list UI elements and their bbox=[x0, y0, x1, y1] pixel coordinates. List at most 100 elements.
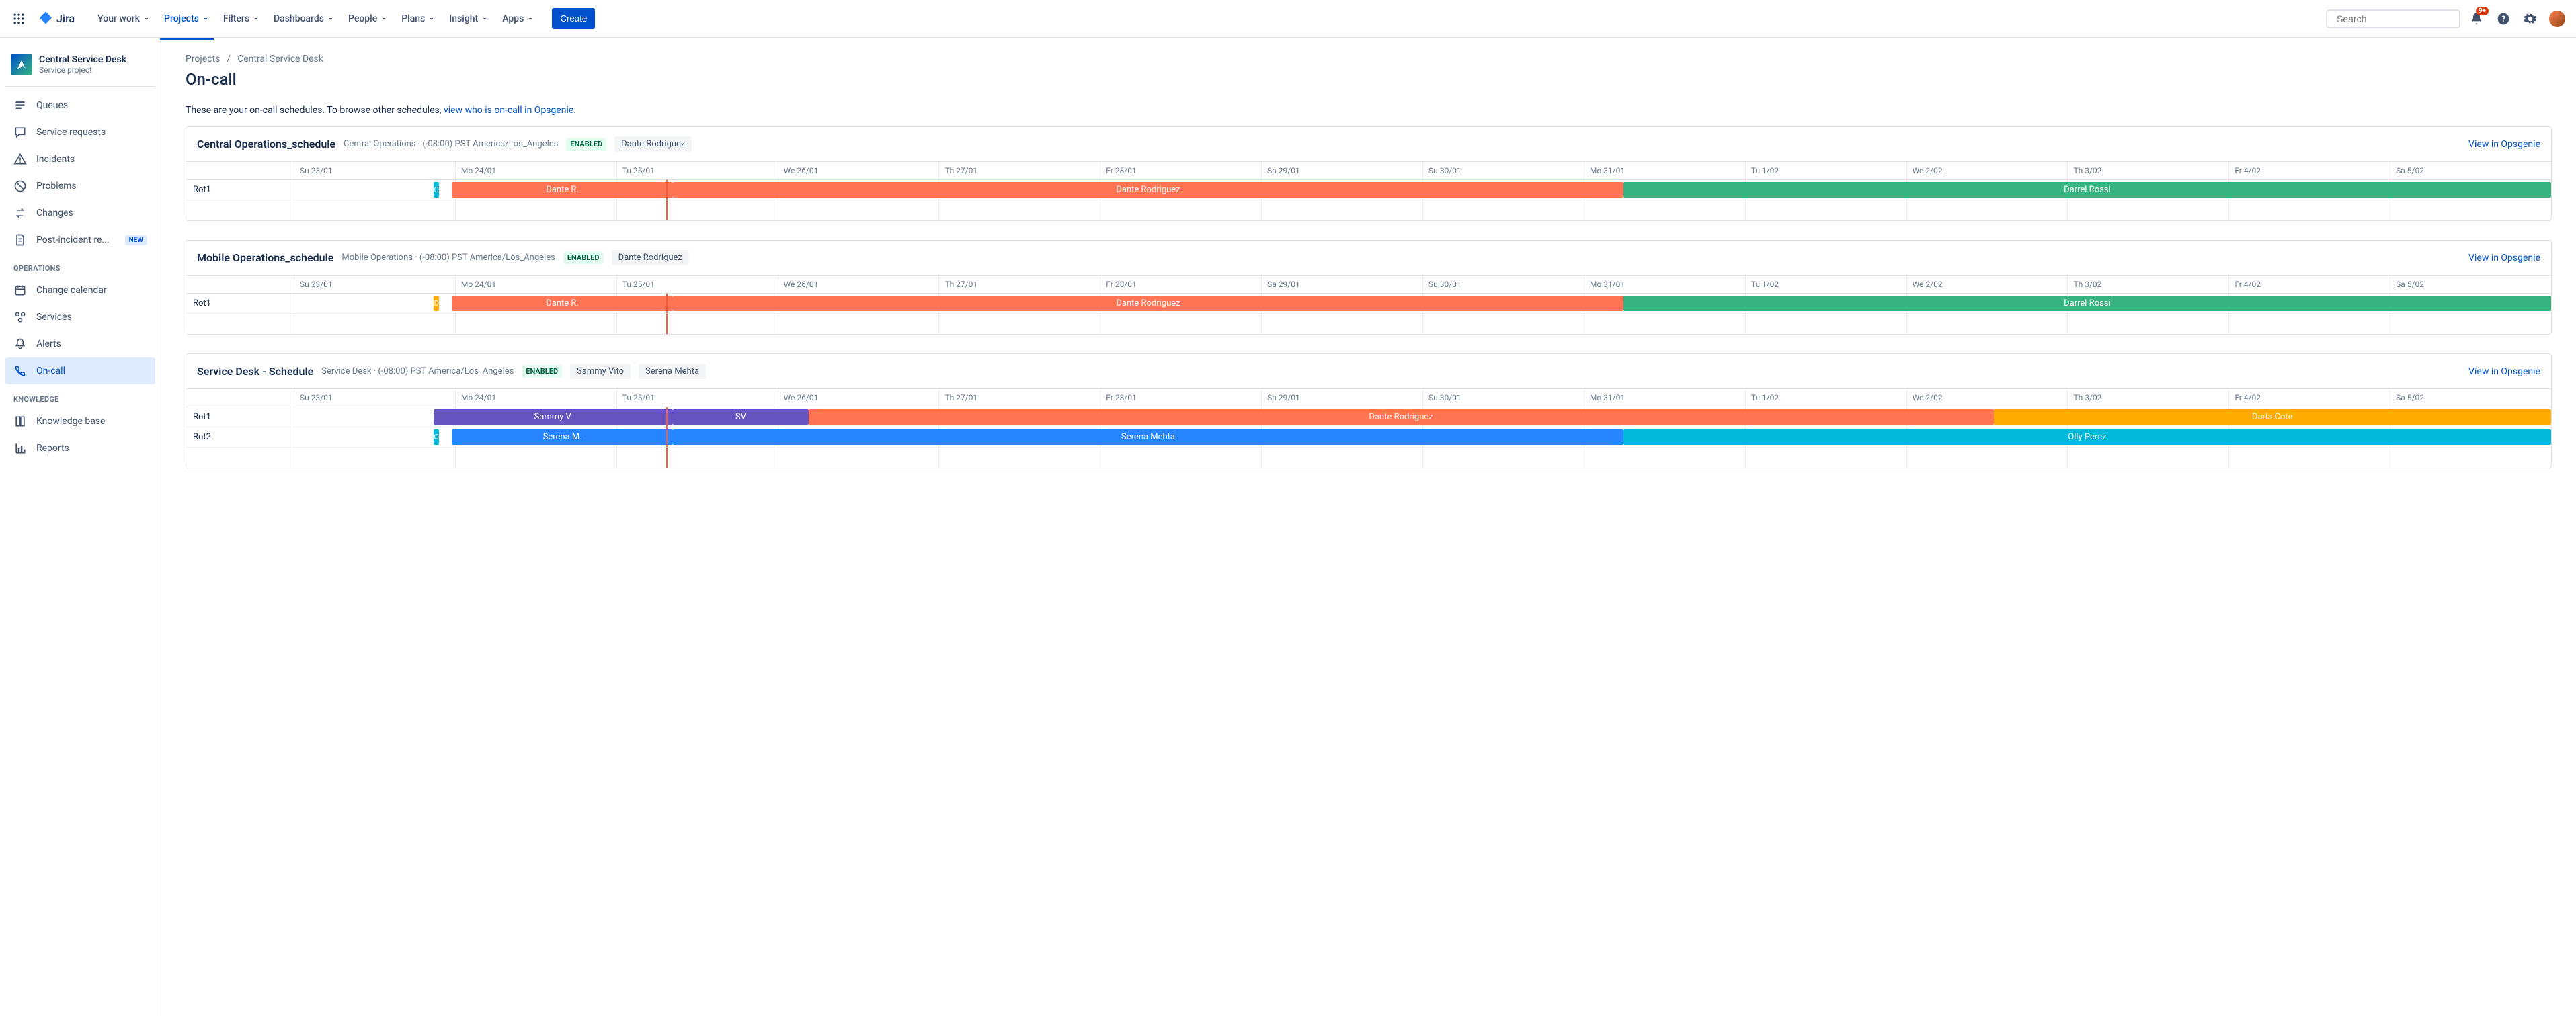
schedule-card: Mobile Operations_schedule Mobile Operat… bbox=[186, 240, 2552, 335]
now-indicator bbox=[666, 407, 668, 427]
breadcrumb-current[interactable]: Central Service Desk bbox=[237, 54, 323, 65]
app-switcher-icon[interactable] bbox=[8, 8, 30, 30]
day-header: Sa 29/01 bbox=[1261, 162, 1422, 179]
rotation-label: Rot1 bbox=[186, 407, 294, 427]
project-header[interactable]: Central Service Desk Service project bbox=[5, 51, 155, 87]
schedule-bar[interactable]: Serena M. bbox=[452, 429, 673, 445]
new-lozenge: NEW bbox=[125, 235, 147, 245]
sidebar-item-label: Incidents bbox=[36, 154, 147, 165]
day-header: Tu 1/02 bbox=[1745, 389, 1906, 407]
schedule-bar[interactable]: Darrel Rossi bbox=[1623, 182, 2551, 198]
day-header: Sa 29/01 bbox=[1261, 276, 1422, 293]
schedule-bar[interactable]: Darla Cote bbox=[1994, 409, 2551, 425]
day-header: We 2/02 bbox=[1906, 276, 2068, 293]
schedule-bar[interactable]: Dante R. bbox=[452, 296, 673, 311]
view-in-opsgenie-link[interactable]: View in Opsgenie bbox=[2468, 366, 2540, 377]
day-header: Mo 31/01 bbox=[1584, 389, 1745, 407]
schedule-bar[interactable]: Dante Rodriguez bbox=[809, 409, 1994, 425]
notifications-button[interactable]: 9+ bbox=[2466, 8, 2487, 30]
day-header: Fr 28/01 bbox=[1100, 276, 1261, 293]
sidebar-item-reports[interactable]: Reports bbox=[5, 435, 155, 462]
rotation-row: Rot1 D Dante R.Dante RodriguezDarrel Rossi bbox=[186, 294, 2551, 314]
sidebar-item-post-incident-re-[interactable]: Post-incident re... NEW bbox=[5, 226, 155, 253]
chevron-down-icon bbox=[252, 15, 260, 23]
help-button[interactable]: ? bbox=[2493, 8, 2514, 30]
view-in-opsgenie-link[interactable]: View in Opsgenie bbox=[2468, 139, 2540, 150]
sidebar-item-change-calendar[interactable]: Change calendar bbox=[5, 277, 155, 304]
day-header: Su 23/01 bbox=[294, 389, 455, 407]
rotation-label: Rot1 bbox=[186, 294, 294, 313]
status-badge: ENABLED bbox=[563, 251, 604, 264]
opsgenie-link[interactable]: view who is on-call in Opsgenie bbox=[444, 105, 573, 116]
chat-icon bbox=[13, 126, 27, 139]
breadcrumb-root[interactable]: Projects bbox=[186, 54, 220, 65]
nav-item-plans[interactable]: Plans bbox=[395, 8, 442, 30]
timeline-corner bbox=[186, 389, 294, 407]
breadcrumb: Projects / Central Service Desk bbox=[186, 54, 2552, 65]
nav-item-projects[interactable]: Projects bbox=[157, 8, 216, 30]
day-header: Th 3/02 bbox=[2067, 162, 2228, 179]
sidebar-item-alerts[interactable]: Alerts bbox=[5, 331, 155, 357]
schedule-tick[interactable]: D bbox=[434, 296, 439, 311]
sidebar-item-label: Post-incident re... bbox=[36, 235, 116, 245]
schedule-bar[interactable]: Serena Mehta bbox=[673, 429, 1623, 445]
schedule-meta: Central Operations · (-08:00) PST Americ… bbox=[344, 139, 558, 149]
now-indicator bbox=[666, 427, 668, 447]
sidebar-item-on-call[interactable]: On-call bbox=[5, 357, 155, 384]
chevron-down-icon bbox=[481, 15, 489, 23]
schedule-name: Service Desk - Schedule bbox=[197, 365, 313, 378]
nav-item-filters[interactable]: Filters bbox=[216, 8, 267, 30]
schedule-bar[interactable]: SV bbox=[673, 409, 808, 425]
schedule-name: Mobile Operations_schedule bbox=[197, 251, 333, 264]
day-header: Th 27/01 bbox=[938, 276, 1100, 293]
day-header: Sa 5/02 bbox=[2390, 276, 2551, 293]
day-header: Su 30/01 bbox=[1422, 162, 1584, 179]
sidebar-item-knowledge-base[interactable]: Knowledge base bbox=[5, 408, 155, 435]
create-button[interactable]: Create bbox=[552, 8, 595, 29]
chevron-down-icon bbox=[526, 15, 534, 23]
help-icon: ? bbox=[2497, 12, 2510, 26]
chevron-down-icon bbox=[380, 15, 388, 23]
search-input[interactable] bbox=[2337, 13, 2458, 24]
sidebar: Central Service Desk Service project Que… bbox=[0, 38, 161, 1016]
sidebar-item-problems[interactable]: Problems bbox=[5, 173, 155, 200]
profile-button[interactable] bbox=[2546, 8, 2568, 30]
nav-item-insight[interactable]: Insight bbox=[442, 8, 495, 30]
schedule-bar[interactable]: Sammy V. bbox=[434, 409, 673, 425]
schedule-bar[interactable]: Dante Rodriguez bbox=[673, 182, 1623, 198]
nav-item-apps[interactable]: Apps bbox=[495, 8, 541, 30]
sidebar-item-incidents[interactable]: Incidents bbox=[5, 146, 155, 173]
schedule-tick[interactable]: O bbox=[434, 429, 439, 445]
schedule-bar[interactable]: Dante Rodriguez bbox=[673, 296, 1623, 311]
view-in-opsgenie-link[interactable]: View in Opsgenie bbox=[2468, 253, 2540, 263]
book-icon bbox=[13, 415, 27, 428]
rotation-row: Rot2 O Serena M.Serena MehtaOlly Perez bbox=[186, 427, 2551, 448]
nav-item-people[interactable]: People bbox=[341, 8, 395, 30]
schedule-meta: Mobile Operations · (-08:00) PST America… bbox=[341, 253, 555, 263]
schedule-bar[interactable]: Darrel Rossi bbox=[1623, 296, 2551, 311]
person-chip[interactable]: Dante Rodriguez bbox=[612, 250, 689, 265]
day-header: Mo 24/01 bbox=[455, 389, 616, 407]
nav-item-dashboards[interactable]: Dashboards bbox=[267, 8, 341, 30]
day-header: Fr 4/02 bbox=[2228, 162, 2390, 179]
search-box[interactable] bbox=[2326, 9, 2460, 28]
schedule-tick[interactable]: C bbox=[434, 182, 439, 198]
day-header: We 26/01 bbox=[778, 162, 939, 179]
sidebar-item-service-requests[interactable]: Service requests bbox=[5, 119, 155, 146]
schedule-bar[interactable]: Dante R. bbox=[452, 182, 673, 198]
schedule-bar[interactable]: Olly Perez bbox=[1623, 429, 2551, 445]
rotation-label: Rot2 bbox=[186, 427, 294, 447]
sidebar-item-services[interactable]: Services bbox=[5, 304, 155, 331]
jira-logo[interactable]: Jira bbox=[32, 11, 80, 27]
settings-button[interactable] bbox=[2520, 8, 2541, 30]
person-chip[interactable]: Sammy Vito bbox=[570, 364, 631, 379]
day-header: Th 27/01 bbox=[938, 162, 1100, 179]
section-operations: OPERATIONS bbox=[5, 253, 155, 277]
nav-item-your-work[interactable]: Your work bbox=[91, 8, 157, 30]
day-header: Sa 5/02 bbox=[2390, 162, 2551, 179]
sidebar-item-changes[interactable]: Changes bbox=[5, 200, 155, 226]
person-chip[interactable]: Dante Rodriguez bbox=[614, 136, 692, 152]
sidebar-item-label: Queues bbox=[36, 100, 147, 111]
person-chip[interactable]: Serena Mehta bbox=[639, 364, 706, 379]
sidebar-item-queues[interactable]: Queues bbox=[5, 92, 155, 119]
